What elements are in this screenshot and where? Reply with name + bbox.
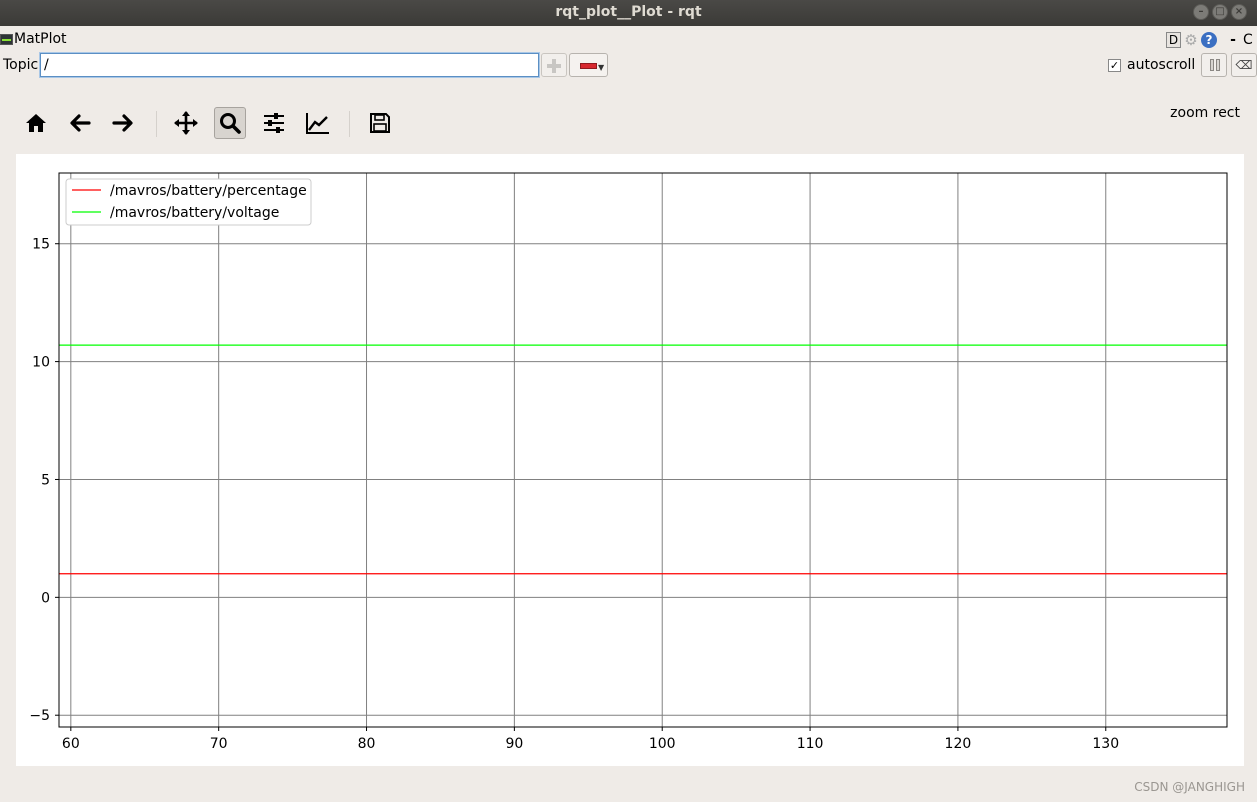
minimize-button[interactable]: – [1193, 4, 1209, 20]
minimize-plugin-button[interactable]: - [1225, 32, 1241, 48]
save-icon [370, 113, 390, 133]
y-tick-label: 10 [32, 355, 50, 371]
plot-figure[interactable]: 60 70 80 90 100 110 120 130 15 10 5 0 −5/mavros/batt… [16, 154, 1244, 766]
close-plugin-button[interactable]: C [1243, 32, 1257, 48]
pan-button[interactable] [170, 107, 202, 139]
window-titlebar: rqt_plot__Plot - rqt – □ × [0, 0, 1257, 26]
y-tick-label: 5 [41, 472, 50, 488]
clear-button[interactable]: ⌫ [1231, 53, 1257, 77]
add-topic-button[interactable] [541, 53, 567, 77]
autoscroll-label: autoscroll [1127, 57, 1196, 73]
watermark: CSDN @JANGHIGH [1134, 780, 1245, 794]
toolbar-separator [349, 111, 350, 137]
x-tick-label: 110 [797, 736, 824, 752]
x-tick-label: 70 [210, 736, 228, 752]
help-icon[interactable]: ? [1201, 32, 1217, 48]
pause-icon-bar [1216, 59, 1220, 71]
edit-curves-button[interactable] [302, 107, 334, 139]
clear-icon: ⌫ [1235, 58, 1253, 72]
home-button[interactable] [20, 107, 52, 139]
forward-icon [112, 114, 133, 132]
pause-button[interactable] [1201, 53, 1227, 77]
edit-curves-icon [306, 113, 329, 134]
back-icon [70, 114, 91, 132]
autoscroll-checkbox[interactable]: ✓ [1108, 58, 1121, 72]
save-button[interactable] [364, 107, 396, 139]
x-tick-label: 60 [62, 736, 80, 752]
matplotlib-toolbar: zoom rect [0, 103, 1257, 145]
configure-subplots-icon [264, 113, 284, 133]
x-tick-label: 80 [358, 736, 376, 752]
minus-icon [580, 63, 597, 69]
zoom-button[interactable] [214, 107, 246, 139]
x-tick-label: 90 [505, 736, 523, 752]
forward-button[interactable] [107, 107, 139, 139]
back-button[interactable] [64, 107, 96, 139]
autoscroll-toggle[interactable]: ✓ autoscroll [1108, 57, 1195, 73]
configure-subplots-button[interactable] [258, 107, 290, 139]
x-tick-label: 130 [1092, 736, 1119, 752]
y-tick-label: 0 [41, 590, 50, 606]
plugin-header: MatPlot D ⚙ ? - C [0, 30, 1257, 50]
toolbar-separator [156, 111, 157, 137]
topic-label: Topic [3, 57, 39, 73]
pause-icon [1210, 59, 1214, 71]
pan-icon [174, 111, 198, 135]
topic-input[interactable] [39, 52, 540, 78]
plus-icon-stem [552, 59, 556, 73]
x-tick-label: 120 [945, 736, 972, 752]
window-controls: – □ × [1193, 4, 1247, 20]
remove-topic-button[interactable]: ▼ [569, 53, 608, 77]
plugin-title: MatPlot [14, 31, 67, 47]
toolbar-status: zoom rect [1170, 105, 1240, 121]
maximize-button[interactable]: □ [1212, 4, 1228, 20]
legend-label: /mavros/battery/voltage [110, 205, 279, 221]
window-title: rqt_plot__Plot - rqt [555, 4, 702, 20]
y-tick-label: −5 [29, 708, 50, 724]
home-icon [26, 114, 46, 132]
plot-canvas[interactable]: 60 70 80 90 100 110 120 130 15 10 5 0 −5/mavros/batt… [16, 154, 1244, 766]
y-tick-label: 15 [32, 237, 50, 253]
topic-bar: Topic ▼ ✓ autoscroll ⌫ [0, 52, 1257, 78]
matplot-icon [0, 34, 13, 45]
zoom-icon [220, 113, 241, 134]
legend-label: /mavros/battery/percentage [110, 183, 307, 199]
plugin-controls: D ⚙ ? - C [1166, 30, 1257, 50]
dock-d-button[interactable]: D [1166, 32, 1181, 48]
x-tick-label: 100 [649, 736, 676, 752]
gear-icon[interactable]: ⚙ [1183, 32, 1199, 48]
chevron-down-icon: ▼ [598, 63, 605, 72]
plot-frame [58, 172, 1228, 728]
close-button[interactable]: × [1231, 4, 1247, 20]
